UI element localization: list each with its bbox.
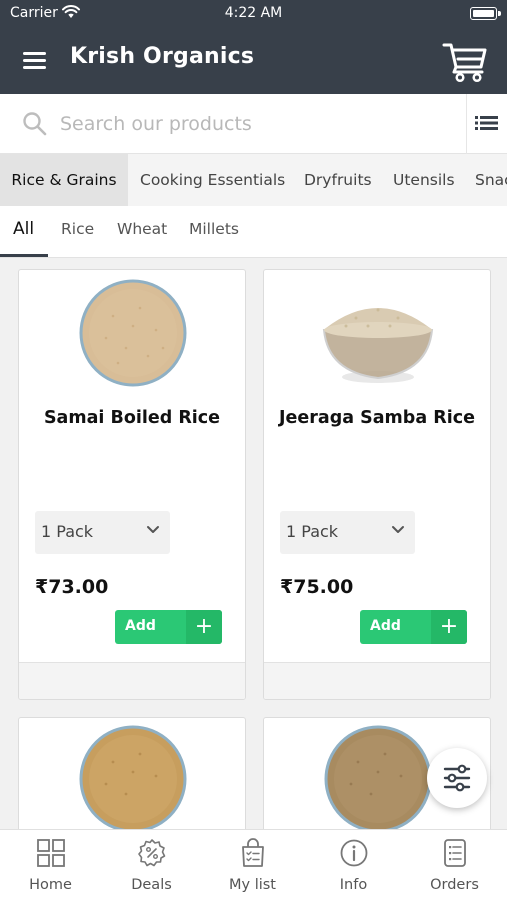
category-tab-cooking-essentials[interactable]: Cooking Essentials [140, 154, 285, 206]
nav-orders[interactable]: Orders [404, 830, 505, 900]
plus-icon: + [431, 610, 467, 644]
orders-list-icon [444, 839, 466, 867]
nav-label: Home [29, 877, 72, 893]
product-image [79, 279, 187, 387]
nav-info[interactable]: Info [303, 830, 404, 900]
filter-sliders-icon [443, 764, 471, 792]
bottom-navigation: Home Deals My list Info Orders [0, 829, 507, 900]
cart-icon [442, 43, 487, 83]
product-image [322, 308, 434, 383]
app-header: Carrier 4:22 AM Krish Organics [0, 0, 507, 94]
badge-percent-icon [138, 839, 166, 867]
pack-select[interactable]: 1 Pack [35, 511, 170, 554]
pack-select-value: 1 Pack [41, 522, 94, 541]
status-bar: Carrier 4:22 AM [0, 0, 507, 28]
info-icon [340, 839, 368, 867]
status-time: 4:22 AM [224, 5, 283, 21]
category-tab-utensils[interactable]: Utensils [393, 154, 455, 206]
nav-label: Orders [430, 877, 479, 893]
product-card[interactable]: Jeeraga Samba Rice 1 Pack ₹75.00 Add + [263, 269, 491, 700]
card-footer [264, 662, 490, 699]
search-icon [23, 112, 47, 136]
nav-label: My list [229, 877, 276, 893]
list-view-icon[interactable] [474, 111, 500, 135]
category-tab-rice-grains[interactable]: Rice & Grains [0, 154, 128, 206]
pack-select[interactable]: 1 Pack [280, 511, 415, 554]
active-tab-indicator [0, 254, 48, 257]
search-input[interactable] [60, 104, 460, 144]
product-image [79, 725, 187, 833]
subcategory-tab-all[interactable]: All [13, 219, 34, 239]
category-tab-dryfruits[interactable]: Dryfruits [304, 154, 372, 206]
filter-button[interactable] [427, 748, 487, 808]
chevron-down-icon [392, 526, 404, 533]
add-button-label: Add [125, 618, 156, 634]
nav-my-list[interactable]: My list [202, 830, 303, 900]
product-price: ₹75.00 [280, 576, 354, 598]
nav-label: Info [339, 877, 368, 893]
app-bar: Krish Organics [0, 28, 507, 94]
add-button-label: Add [370, 618, 401, 634]
subcategory-tab-wheat[interactable]: Wheat [117, 220, 167, 238]
battery-icon [470, 7, 497, 20]
search-bar [0, 94, 507, 154]
subcategory-tab-rice[interactable]: Rice [61, 220, 94, 238]
category-tab-snacks[interactable]: Snacks [475, 154, 507, 206]
search-divider [466, 94, 467, 154]
product-price: ₹73.00 [35, 576, 109, 598]
plus-icon: + [186, 610, 222, 644]
product-name: Jeeraga Samba Rice [279, 408, 475, 428]
chevron-down-icon [147, 526, 159, 533]
app-title: Krish Organics [70, 44, 255, 69]
grid-icon [37, 839, 65, 867]
nav-label: Deals [131, 877, 172, 893]
category-tabs: Rice & Grains Cooking Essentials Dryfrui… [0, 154, 507, 206]
subcategory-tab-millets[interactable]: Millets [189, 220, 239, 238]
product-image [324, 725, 432, 833]
cart-button[interactable] [441, 39, 489, 83]
add-to-cart-button[interactable]: Add + [360, 610, 467, 644]
battery-tip [498, 11, 501, 16]
product-name: Samai Boiled Rice [43, 408, 221, 428]
menu-button[interactable] [22, 48, 48, 72]
add-to-cart-button[interactable]: Add + [115, 610, 222, 644]
nav-home[interactable]: Home [0, 830, 101, 900]
subcategory-tabs: All Rice Wheat Millets [0, 206, 507, 258]
nav-deals[interactable]: Deals [101, 830, 202, 900]
card-footer [19, 662, 245, 699]
product-card[interactable]: Samai Boiled Rice 1 Pack ₹73.00 Add + [18, 269, 246, 700]
pack-select-value: 1 Pack [286, 522, 339, 541]
shopping-bag-list-icon [242, 838, 264, 867]
